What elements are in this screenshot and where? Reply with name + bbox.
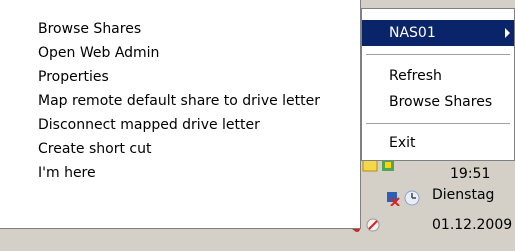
security-icon[interactable] [365,217,381,233]
menu-item-im-here[interactable]: I'm here [38,162,96,184]
tray-time: 19:51 [450,166,491,182]
menu-item-open-web-admin[interactable]: Open Web Admin [38,42,159,64]
menu-item-create-short-cut[interactable]: Create short cut [38,138,151,160]
menu-item-disconnect-drive[interactable]: Disconnect mapped drive letter [38,114,260,136]
chevron-right-icon [505,28,510,38]
submenu: NAS01 Refresh Browse Shares Exit [361,8,515,161]
submenu-item-nas01-label: NAS01 [389,25,436,41]
submenu-item-refresh[interactable]: Refresh [362,63,514,89]
tray-date: 01.12.2009 [432,217,513,233]
submenu-separator [366,54,510,55]
submenu-separator [366,123,510,124]
menu-item-browse-shares[interactable]: Browse Shares [38,18,141,40]
submenu-item-browse-shares[interactable]: Browse Shares [362,89,514,115]
clock-icon[interactable] [404,190,420,206]
context-menu: Browse Shares Open Web Admin Properties … [0,0,361,229]
submenu-item-exit[interactable]: Exit [362,130,514,156]
menu-item-map-drive-letter[interactable]: Map remote default share to drive letter [38,90,320,112]
tray-day: Dienstag [432,187,495,203]
disconnected-network-icon[interactable] [385,190,401,207]
submenu-item-nas01[interactable]: NAS01 [362,20,514,46]
menu-item-properties[interactable]: Properties [38,66,109,88]
